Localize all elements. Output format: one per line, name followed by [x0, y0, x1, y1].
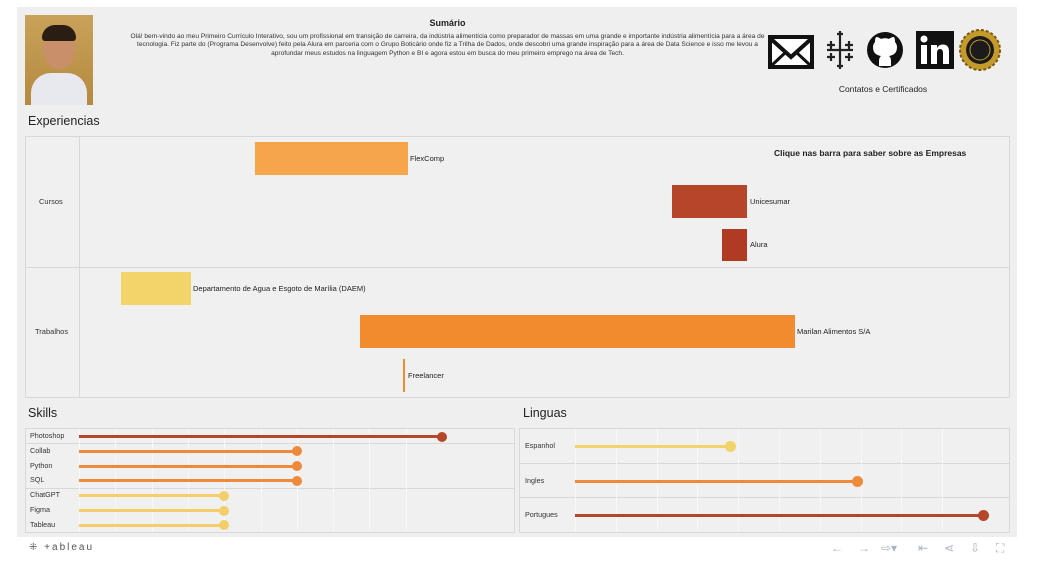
tableau-mark-icon: ⁜ — [29, 542, 40, 553]
skill-label-python: Python — [30, 460, 53, 470]
skill-dot-figma[interactable] — [219, 505, 229, 516]
tableau-logo[interactable]: ⁜ +ableau — [29, 542, 94, 553]
skill-bar-figma[interactable] — [79, 509, 224, 512]
experiencias-chart: Cursos Trabalhos Clique nas barra para s… — [25, 136, 1010, 398]
language-bar-portugues[interactable] — [575, 514, 983, 517]
skill-dot-photoshop[interactable] — [437, 431, 447, 442]
bar-label-flexcomp: FlexComp — [410, 154, 445, 163]
redo-icon[interactable]: → — [858, 541, 870, 555]
skill-label-figma: Figma — [30, 505, 50, 514]
skill-gridline — [369, 429, 371, 532]
language-dot-portugues[interactable] — [977, 510, 989, 521]
group-divider — [26, 267, 1009, 268]
skill-dot-python[interactable] — [292, 461, 302, 472]
summary-title: Sumário — [429, 18, 466, 28]
bar-label-alura: Alura — [750, 240, 768, 249]
linguas-divider-1 — [520, 463, 1009, 464]
skills-title: Skills — [28, 406, 58, 420]
skills-divider-1 — [26, 443, 514, 444]
summary-text: Olá! bem-vindo ao meu Primeiro Currículo… — [130, 33, 765, 57]
github-icon[interactable] — [866, 29, 908, 71]
bar-flexcomp[interactable] — [255, 142, 408, 175]
language-label-espanhol: Espanhol — [525, 441, 555, 450]
skill-dot-chatgpt[interactable] — [219, 490, 229, 501]
skill-bar-sql[interactable] — [79, 479, 297, 483]
skill-label-collab: Collab — [30, 445, 51, 455]
linguas-divider-2 — [520, 497, 1009, 498]
skill-bar-collab[interactable] — [79, 449, 297, 453]
skill-bar-chatgpt[interactable] — [79, 494, 224, 498]
linkedin-icon[interactable] — [915, 29, 957, 71]
reset-icon[interactable]: ⇤ — [918, 541, 928, 555]
bar-label-daem: Departamento de Agua e Esgoto de Marília… — [193, 284, 366, 293]
bar-unicesumar[interactable] — [672, 185, 747, 218]
linguas-chart: Espanhol Ingles Portugues — [519, 428, 1010, 533]
linguas-title: Linguas — [523, 406, 567, 420]
skill-bar-tableau[interactable] — [79, 523, 224, 527]
language-dot-ingles[interactable] — [851, 475, 863, 487]
fullscreen-icon[interactable]: ⛶ — [996, 541, 1004, 556]
certificate-seal-icon[interactable] — [959, 29, 1001, 71]
bar-daem[interactable] — [121, 272, 191, 305]
bar-label-marilan: Marilan Alimentos S/A — [797, 327, 871, 336]
bar-freelancer[interactable] — [403, 359, 405, 392]
group-label-trabalhos: Trabalhos — [35, 327, 69, 336]
skill-dot-sql[interactable] — [292, 475, 302, 486]
tableau-wordmark: +ableau — [44, 542, 95, 553]
tableau-icon[interactable] — [823, 29, 865, 71]
language-label-ingles: Ingles — [525, 475, 545, 485]
profile-photo — [25, 15, 93, 105]
skill-label-chatgpt: ChatGPT — [30, 490, 60, 500]
skill-label-sql: SQL — [30, 475, 45, 485]
skill-bar-python[interactable] — [79, 464, 297, 468]
language-bar-espanhol[interactable] — [575, 445, 730, 448]
experiencias-hint: Clique nas barra para saber sobre as Emp… — [774, 148, 967, 158]
skill-dot-collab[interactable] — [292, 446, 302, 457]
bar-label-freelancer: Freelancer — [408, 371, 444, 380]
download-icon[interactable]: ⇩ — [970, 541, 980, 555]
bar-alura[interactable] — [722, 229, 747, 261]
tableau-toolbar: ⁜ +ableau ← → ⇨▾ ⇤ ⋖ ⇩ ⛶ — [17, 538, 1017, 560]
bar-marilan[interactable] — [360, 315, 795, 348]
undo-icon[interactable]: ← — [831, 541, 843, 555]
revert-icon[interactable]: ⇨▾ — [881, 541, 897, 555]
language-dot-espanhol[interactable] — [724, 441, 736, 452]
skills-divider-2 — [26, 488, 514, 489]
group-label-cursos: Cursos — [39, 197, 63, 206]
skill-label-photoshop: Photoshop — [30, 431, 65, 440]
skill-gridline — [405, 429, 407, 532]
share-icon[interactable]: ⋖ — [944, 541, 954, 555]
skill-bar-photoshop[interactable] — [79, 435, 442, 438]
skill-label-tableau: Tableau — [30, 519, 56, 529]
skills-chart: Photoshop Collab Python SQL ChatGPT Figma Tabl… — [25, 428, 515, 533]
language-label-portugues: Portugues — [525, 510, 558, 519]
contacts-certificates-label: Contatos e Certificados — [838, 84, 928, 94]
skill-dot-tableau[interactable] — [219, 520, 229, 531]
experiencias-title: Experiencias — [28, 114, 100, 128]
bar-label-unicesumar: Unicesumar — [750, 197, 791, 206]
mail-icon[interactable] — [768, 29, 814, 71]
skill-gridline — [333, 429, 335, 532]
language-bar-ingles[interactable] — [575, 479, 857, 483]
